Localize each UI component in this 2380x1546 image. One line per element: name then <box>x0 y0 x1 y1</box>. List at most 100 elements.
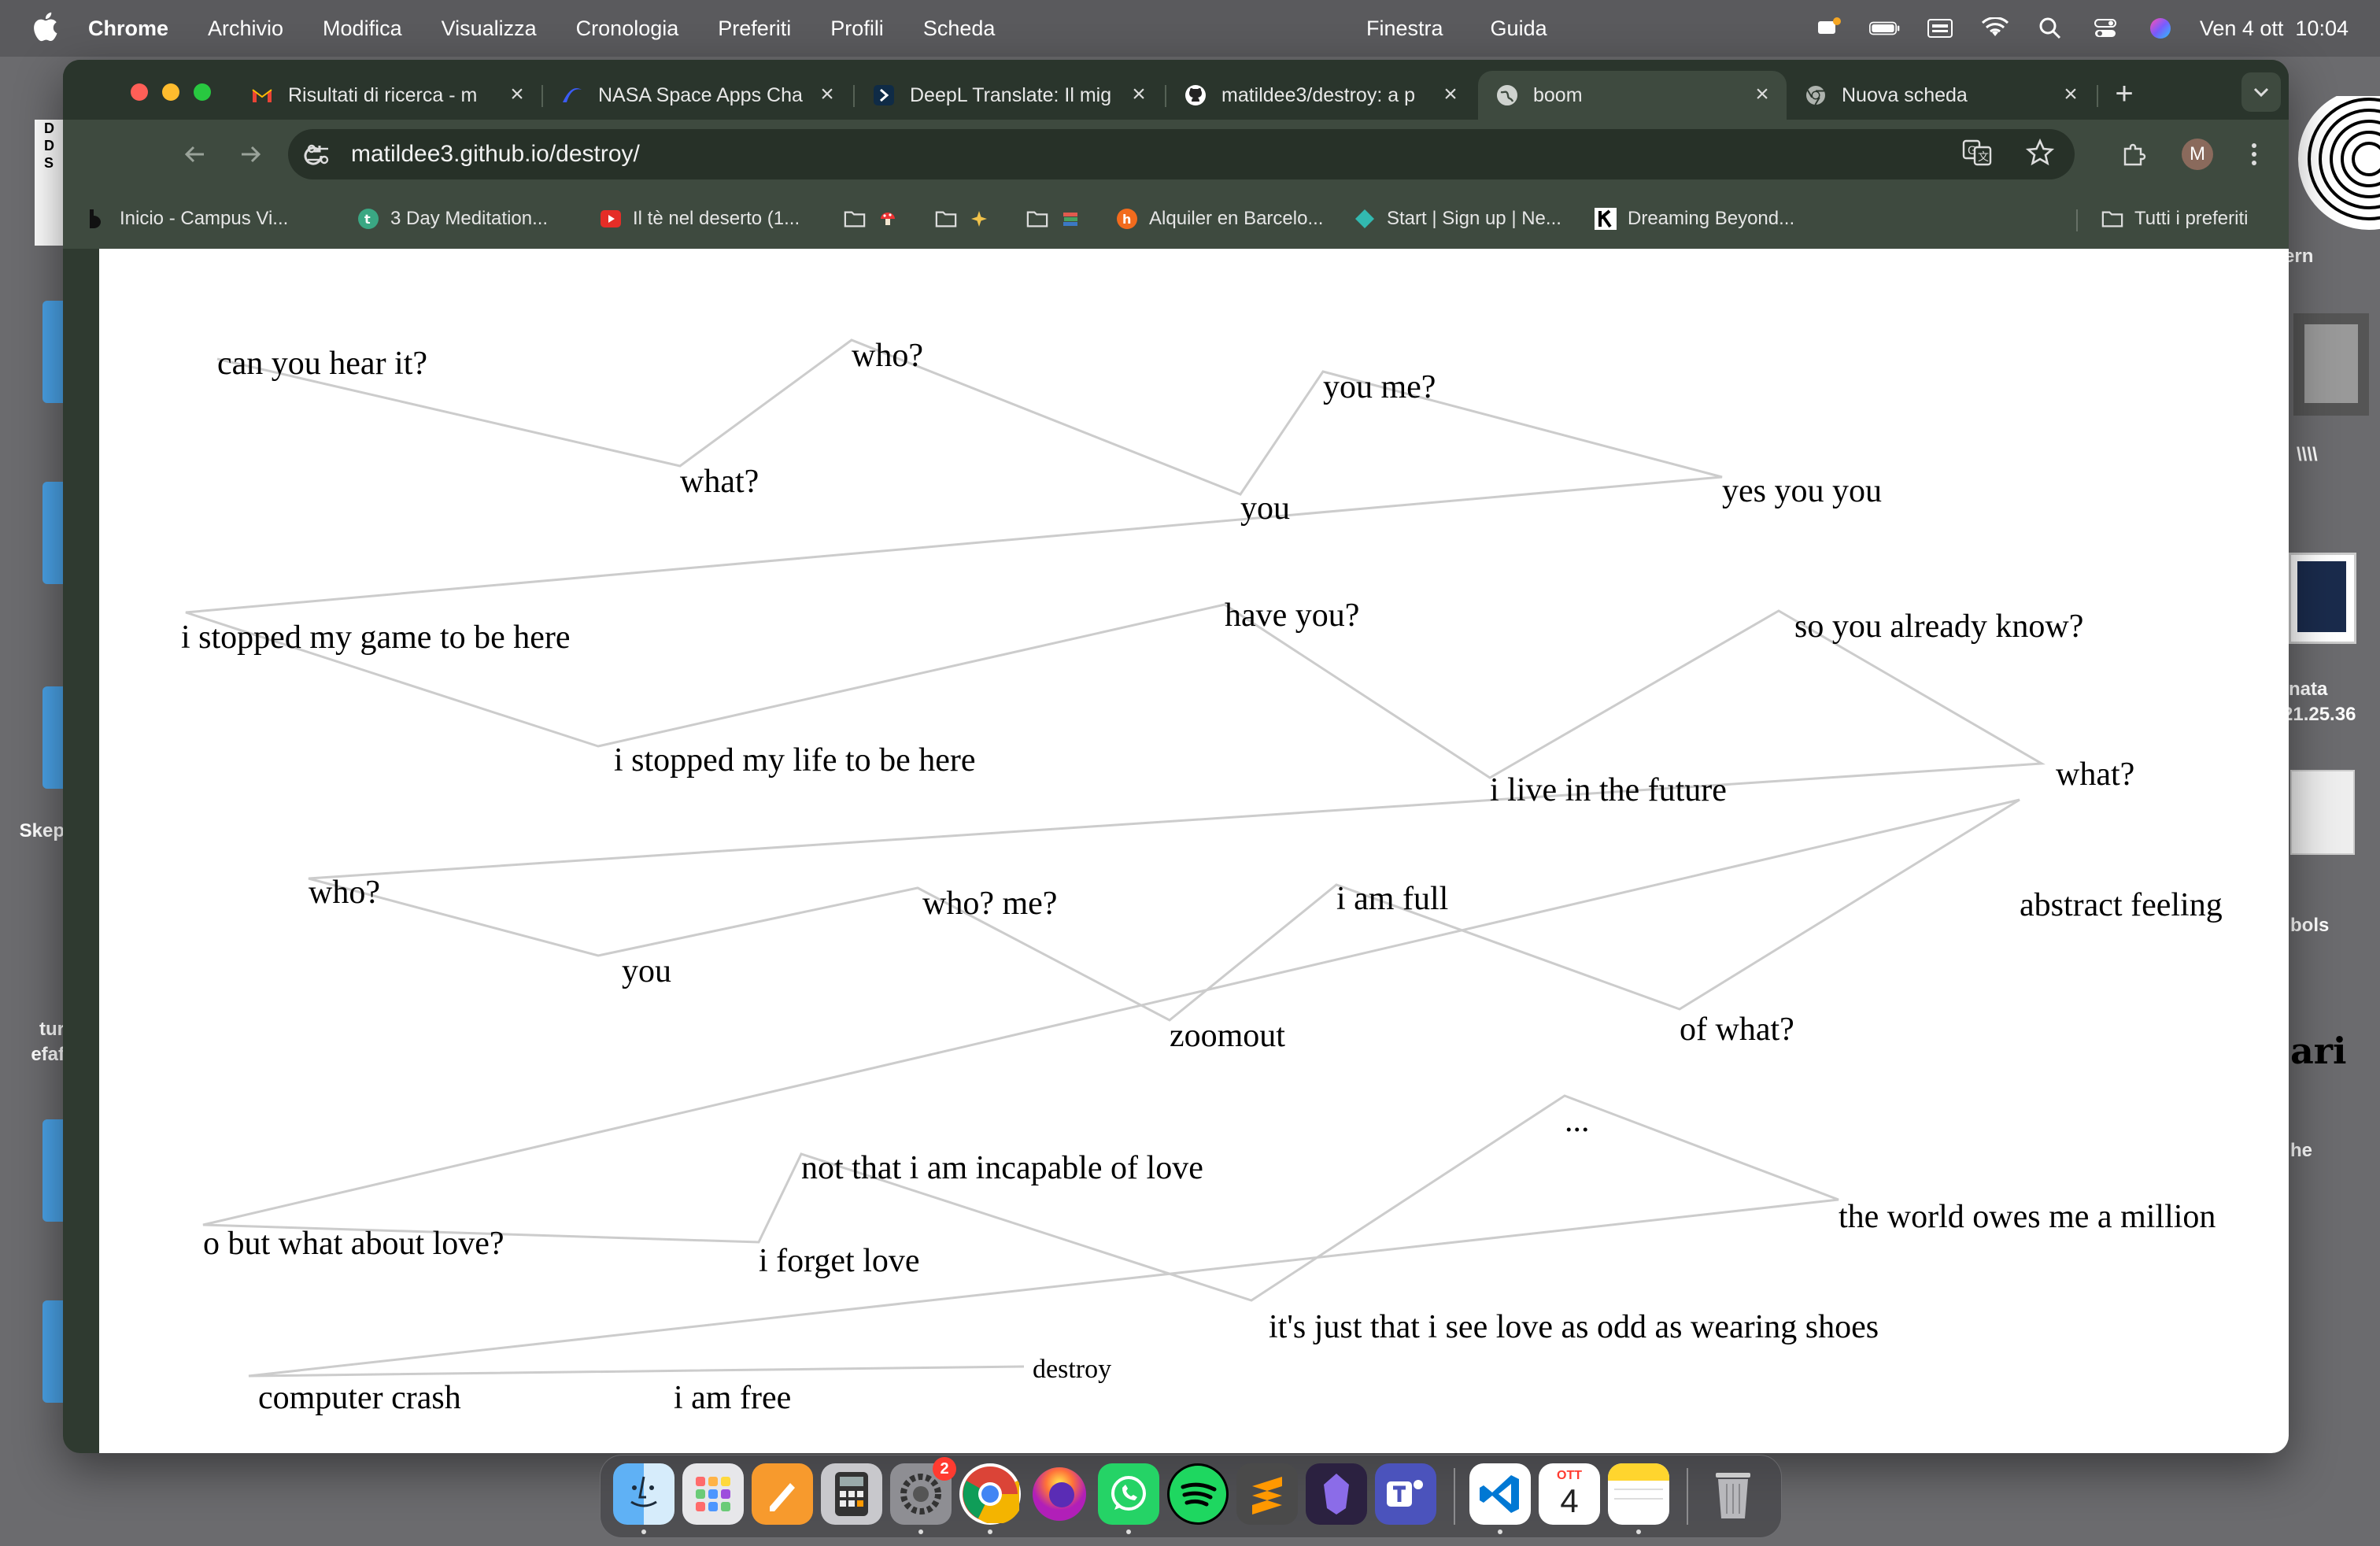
poem-word[interactable]: abstract feeling <box>2020 886 2223 924</box>
bookmark-folder[interactable] <box>1026 206 1092 231</box>
desktop-label[interactable]: Skep <box>0 820 65 842</box>
close-tab-icon[interactable]: × <box>1439 83 1462 107</box>
battery-icon[interactable] <box>1868 15 1901 42</box>
poem-word[interactable]: what? <box>2056 756 2134 793</box>
siri-icon[interactable] <box>2145 15 2176 42</box>
poem-word[interactable]: can you hear it? <box>217 345 427 383</box>
calendar-icon[interactable]: OTT 4 <box>1539 1463 1600 1525</box>
obsidian-icon[interactable] <box>1306 1463 1367 1525</box>
desktop-label[interactable]: tur <box>0 1019 65 1041</box>
all-bookmarks-button[interactable]: Tutti i preferiti <box>2101 206 2248 231</box>
poem-word[interactable]: not that i am incapable of love <box>801 1149 1203 1187</box>
poem-word[interactable]: what? <box>680 463 759 501</box>
profile-button[interactable]: M <box>2180 137 2215 172</box>
bookmark-folder[interactable] <box>935 206 1001 231</box>
poem-word[interactable]: computer crash <box>258 1379 461 1417</box>
poem-word[interactable]: ... <box>1565 1102 1590 1140</box>
menu-item-cronologia[interactable]: Cronologia <box>576 17 679 41</box>
bookmark-star-icon[interactable] <box>2024 137 2056 175</box>
reload-button[interactable] <box>296 139 331 173</box>
menu-item-scheda[interactable]: Scheda <box>923 17 996 41</box>
desktop-file-thumbnail[interactable]: D D S <box>35 120 63 246</box>
tab-gmail[interactable]: Risultati di ricerca - m × <box>233 71 541 120</box>
bookmark-folder[interactable] <box>844 206 910 231</box>
finder-icon[interactable] <box>613 1463 674 1525</box>
desktop-label[interactable]: 21.25.36 <box>2282 704 2356 726</box>
desktop-folder[interactable] <box>42 1119 63 1222</box>
new-tab-button[interactable]: + <box>2104 74 2145 115</box>
keyboard-input-icon[interactable] <box>1924 15 1956 42</box>
whatsapp-icon[interactable] <box>1098 1463 1159 1525</box>
bookmark-dreaming[interactable]: Dreaming Beyond... <box>1595 206 1794 231</box>
calculator-icon[interactable] <box>821 1463 882 1525</box>
spotlight-search-icon[interactable] <box>2034 15 2066 42</box>
poem-word[interactable]: so you already know? <box>1794 608 2083 645</box>
bookmark-alquiler[interactable]: h Alquiler en Barcelo... <box>1116 206 1323 231</box>
control-center-icon[interactable] <box>2090 15 2121 42</box>
poem-word[interactable]: i forget love <box>759 1242 920 1280</box>
poem-word[interactable]: who? <box>852 337 923 375</box>
poem-word[interactable]: i stopped my life to be here <box>614 742 976 779</box>
close-tab-icon[interactable]: × <box>815 83 839 107</box>
teams-icon[interactable] <box>1375 1463 1436 1525</box>
bookmark-youtube[interactable]: Il tè nel deserto (1... <box>600 206 800 231</box>
tab-search-button[interactable] <box>2241 72 2281 112</box>
poem-word[interactable]: of what? <box>1680 1011 1794 1049</box>
tab-new-tab[interactable]: Nuova scheda × <box>1787 71 2095 120</box>
trash-icon[interactable] <box>1702 1463 1764 1525</box>
poem-word[interactable]: zoomout <box>1170 1017 1285 1055</box>
apple-icon[interactable] <box>31 11 58 43</box>
desktop-document-thumbnail[interactable] <box>2290 770 2355 855</box>
desktop-screenshot-thumbnail[interactable] <box>2289 553 2356 644</box>
fingerprint-image-icon[interactable] <box>2282 96 2380 246</box>
launchpad-icon[interactable] <box>682 1463 744 1525</box>
poem-word[interactable]: it's just that i see love as odd as wear… <box>1269 1308 1879 1346</box>
bookmark-campus[interactable]: Inicio - Campus Vi... <box>87 206 288 231</box>
system-settings-icon[interactable]: 2 <box>890 1457 956 1525</box>
desktop-folder[interactable] <box>42 686 63 789</box>
desktop-folder[interactable] <box>42 1300 63 1403</box>
close-tab-icon[interactable]: × <box>505 83 529 107</box>
poem-word[interactable]: the world owes me a million <box>1839 1198 2216 1236</box>
bookmark-meditation[interactable]: t 3 Day Meditation... <box>357 206 548 231</box>
menu-item-archivio[interactable]: Archivio <box>208 17 283 41</box>
back-button[interactable] <box>178 137 213 172</box>
pages-icon[interactable] <box>752 1463 813 1525</box>
poem-word[interactable]: have you? <box>1225 597 1359 634</box>
menu-item-preferiti[interactable]: Preferiti <box>718 17 791 41</box>
poem-word[interactable]: i stopped my game to be here <box>181 619 571 656</box>
tab-github[interactable]: matildee3/destroy: a p × <box>1166 71 1475 120</box>
menu-app-name[interactable]: Chrome <box>88 17 168 41</box>
url-text[interactable]: matildee3.github.io/destroy/ <box>351 141 640 168</box>
sublime-icon[interactable] <box>1236 1463 1298 1525</box>
address-bar[interactable]: matildee3.github.io/destroy/ G文 <box>288 129 2075 179</box>
tab-deepl[interactable]: DeepL Translate: Il mig × <box>855 71 1163 120</box>
desktop-folder[interactable] <box>42 301 63 403</box>
menubar-datetime[interactable]: Ven 4 ott 10:04 <box>2200 17 2349 41</box>
menu-item-profili[interactable]: Profili <box>830 17 884 41</box>
poem-word[interactable]: who? <box>309 874 380 912</box>
wifi-icon[interactable] <box>1979 15 2011 42</box>
notification-icon[interactable] <box>1814 15 1846 42</box>
extensions-button[interactable] <box>2117 137 2152 172</box>
destroy-link[interactable]: destroy <box>1033 1351 1111 1389</box>
vscode-icon[interactable] <box>1469 1463 1531 1525</box>
bookmark-netlify[interactable]: Start | Sign up | Ne... <box>1354 206 1561 231</box>
desktop-label[interactable]: bols <box>2290 915 2329 937</box>
desktop-label[interactable]: he <box>2290 1140 2312 1162</box>
notes-icon[interactable] <box>1608 1463 1669 1525</box>
poem-word[interactable]: i am free <box>674 1379 791 1417</box>
translate-icon[interactable]: G文 <box>1961 137 1993 175</box>
tab-boom-active[interactable]: boom × <box>1478 71 1787 120</box>
poem-word[interactable]: who? me? <box>922 885 1057 923</box>
close-tab-icon[interactable]: × <box>2059 83 2082 107</box>
desktop-label[interactable]: \\\\ <box>2297 444 2318 466</box>
reload-button[interactable] <box>225 137 260 172</box>
close-window-button[interactable] <box>131 83 148 101</box>
chrome-menu-button[interactable] <box>2237 137 2271 172</box>
poem-word[interactable]: i live in the future <box>1490 771 1727 809</box>
tab-nasa[interactable]: NASA Space Apps Cha × <box>543 71 852 120</box>
firefox-icon[interactable] <box>1029 1463 1090 1525</box>
spotify-icon[interactable] <box>1167 1463 1229 1525</box>
menu-item-modifica[interactable]: Modifica <box>323 17 402 41</box>
